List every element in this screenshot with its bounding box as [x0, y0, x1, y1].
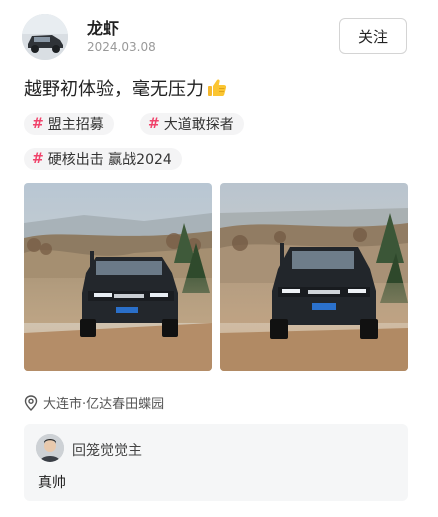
hashtag-icon: #	[32, 151, 44, 167]
author-avatar[interactable]	[22, 14, 68, 60]
thumbs-up-icon	[206, 77, 228, 99]
post-text-row: 越野初体验，毫无压力	[24, 75, 228, 101]
topic-tag[interactable]: # 硬核出击 赢战2024	[24, 148, 182, 170]
location-text: 大连市·亿达春田蝶园	[43, 397, 165, 412]
author-name[interactable]: 龙虾	[87, 15, 119, 39]
follow-button[interactable]: 关注	[339, 18, 407, 54]
topic-tag-label: 大道敢探者	[163, 117, 234, 133]
comment-box[interactable]: 回笼觉觉主 真帅	[24, 424, 408, 501]
topic-tag-label: 盟主招募	[47, 117, 104, 133]
post-image-1[interactable]	[24, 183, 212, 371]
hashtag-icon: #	[32, 116, 44, 132]
post-text: 越野初体验，毫无压力	[24, 79, 204, 100]
location-pin-icon	[24, 394, 38, 411]
avatar-person-image	[36, 434, 64, 462]
offroad-photo-2	[220, 183, 408, 371]
topic-tag-label: 硬核出击 赢战2024	[47, 152, 172, 168]
post-image-2[interactable]	[220, 183, 408, 371]
post-date: 2024.03.08	[87, 40, 156, 54]
avatar-car-image	[22, 14, 68, 60]
commenter-name[interactable]: 回笼觉觉主	[72, 440, 142, 460]
offroad-photo-1	[24, 183, 212, 371]
hashtag-icon: #	[148, 116, 160, 132]
topic-tag[interactable]: # 盟主招募	[24, 113, 114, 135]
topic-tag[interactable]: # 大道敢探者	[140, 113, 244, 135]
commenter-avatar[interactable]	[36, 434, 64, 462]
comment-text: 真帅	[38, 475, 66, 491]
location-row[interactable]: 大连市·亿达春田蝶园	[24, 393, 164, 412]
